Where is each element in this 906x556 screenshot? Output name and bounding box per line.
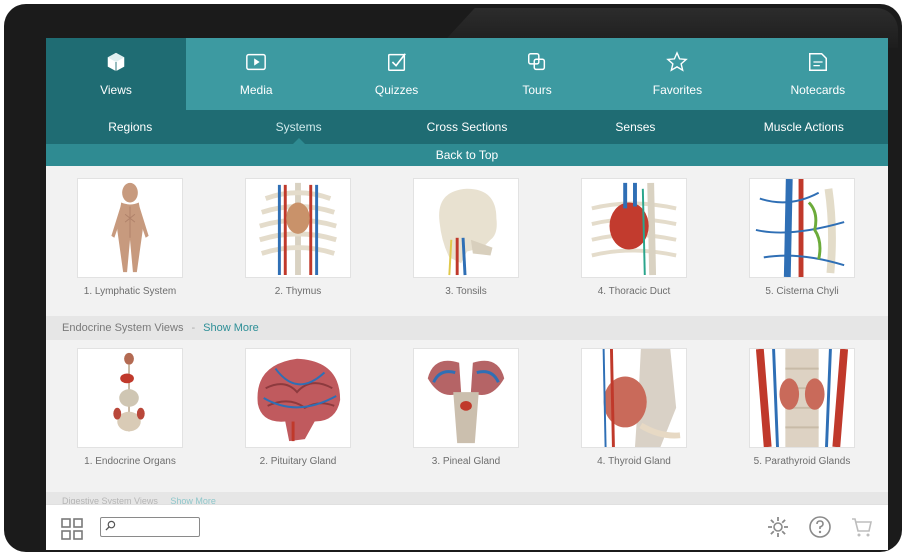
tab-notecards[interactable]: Notecards [748, 38, 888, 110]
subnav-muscle-actions[interactable]: Muscle Actions [720, 110, 888, 144]
tab-label: Views [100, 83, 132, 97]
tonsils-thumbnail [413, 178, 519, 278]
view-card[interactable]: 4. Thyroid Gland [550, 348, 718, 467]
view-caption: 5. Cisterna Chyli [765, 286, 839, 297]
view-caption: 3. Tonsils [445, 286, 487, 297]
view-card[interactable]: 1. Lymphatic System [46, 178, 214, 297]
view-caption: 3. Pineal Gland [431, 456, 501, 467]
endocrine-section-header: Endocrine System Views - Show More [46, 316, 888, 340]
view-card[interactable]: 5. Cisterna Chyli [718, 178, 886, 297]
sub-nav: Regions Systems Cross Sections Senses Mu… [46, 110, 888, 144]
tab-tours[interactable]: Tours [467, 38, 607, 110]
view-caption: 2. Pituitary Gland [259, 456, 337, 467]
star-icon [666, 51, 689, 76]
view-card[interactable]: 5. Parathyroid Glands [718, 348, 886, 467]
cart-icon[interactable] [850, 515, 874, 539]
view-card[interactable]: 1. Endocrine Organs [46, 348, 214, 467]
tab-label: Tours [522, 83, 552, 97]
app-screen: Views Media Quizzes Tours Favorites Note… [46, 38, 888, 550]
separator-dash: - [191, 322, 196, 334]
tab-label: Media [239, 83, 273, 97]
subnav-systems[interactable]: Systems [214, 110, 382, 144]
tab-favorites[interactable]: Favorites [607, 38, 747, 110]
notecard-icon [807, 51, 829, 76]
tab-quizzes[interactable]: Quizzes [326, 38, 466, 110]
lymphatic-views-row: 1. Lymphatic System 2. Thymus 3. Tonsils… [46, 178, 888, 297]
tab-label: Favorites [652, 83, 703, 97]
tab-media[interactable]: Media [186, 38, 326, 110]
thoracic-duct-thumbnail [581, 178, 687, 278]
view-card[interactable]: 2. Pituitary Gland [214, 348, 382, 467]
section-title: Endocrine System Views [62, 322, 184, 334]
view-card[interactable]: 3. Pineal Gland [382, 348, 550, 467]
back-to-top-button[interactable]: Back to Top [46, 144, 888, 166]
tab-label: Notecards [790, 83, 846, 97]
grid-icon[interactable] [60, 517, 84, 541]
search-input[interactable] [119, 519, 197, 535]
endocrine-organs-thumbnail [77, 348, 183, 448]
endocrine-views-row: 1. Endocrine Organs 2. Pituitary Gland 3… [46, 348, 888, 467]
play-icon [245, 51, 267, 76]
thyroid-gland-thumbnail [581, 348, 687, 448]
show-more-link[interactable]: Show More [203, 322, 259, 334]
tours-icon [526, 51, 548, 76]
subnav-senses[interactable]: Senses [551, 110, 719, 144]
view-caption: 2. Thymus [274, 286, 322, 297]
view-caption: 4. Thoracic Duct [597, 286, 671, 297]
view-caption: 4. Thyroid Gland [597, 456, 671, 467]
pineal-gland-thumbnail [413, 348, 519, 448]
tab-label: Quizzes [374, 83, 419, 97]
cube-icon [105, 51, 127, 76]
view-caption: 1. Lymphatic System [83, 286, 177, 297]
view-card[interactable]: 4. Thoracic Duct [550, 178, 718, 297]
subnav-cross-sections[interactable]: Cross Sections [383, 110, 551, 144]
cisterna-chyli-thumbnail [749, 178, 855, 278]
view-card[interactable]: 2. Thymus [214, 178, 382, 297]
checkbox-icon [386, 51, 408, 76]
bottom-toolbar [46, 504, 888, 550]
view-caption: 1. Endocrine Organs [84, 456, 176, 467]
tab-views[interactable]: Views [46, 38, 186, 110]
search-box [100, 517, 200, 537]
thymus-thumbnail [245, 178, 351, 278]
toolbar-right-icons [766, 515, 874, 539]
parathyroid-glands-thumbnail [749, 348, 855, 448]
search-icon [105, 518, 116, 536]
lymphatic-system-thumbnail [77, 178, 183, 278]
gear-icon[interactable] [766, 515, 790, 539]
view-caption: 5. Parathyroid Glands [753, 456, 851, 467]
help-icon[interactable] [808, 515, 832, 539]
subnav-regions[interactable]: Regions [46, 110, 214, 144]
pituitary-gland-thumbnail [245, 348, 351, 448]
view-card[interactable]: 3. Tonsils [382, 178, 550, 297]
top-nav: Views Media Quizzes Tours Favorites Note… [46, 38, 888, 110]
